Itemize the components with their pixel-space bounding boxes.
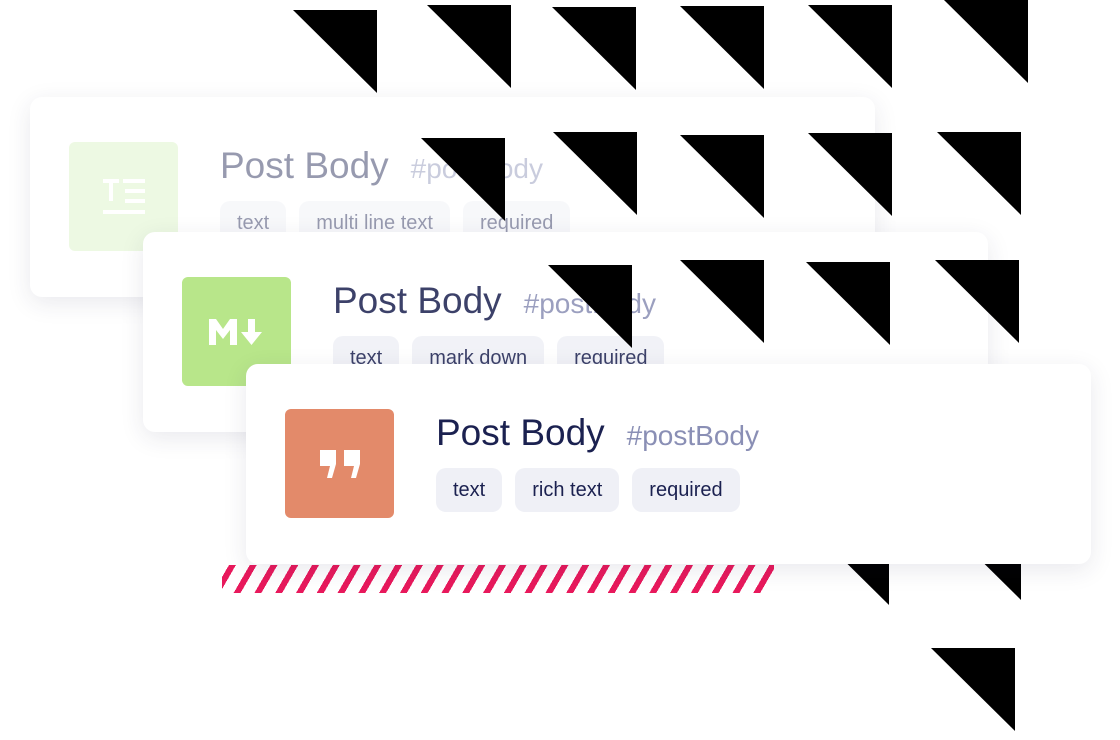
field-api-id: #postBody [626, 420, 759, 451]
decorative-triangle [293, 10, 377, 93]
field-title: Post Body#postBody [436, 412, 759, 453]
tag: required [632, 468, 740, 512]
tag: rich text [515, 468, 620, 512]
decorative-triangle [680, 6, 764, 89]
field-card-rich-text[interactable]: Post Body #postBody text rich text requir… [246, 364, 1091, 564]
decorative-triangle [931, 648, 1015, 731]
decorative-triangle [944, 0, 1028, 83]
decorative-stripes [222, 565, 774, 593]
decorative-triangle [808, 5, 892, 88]
tag: text [436, 468, 503, 512]
decorative-triangle [552, 7, 636, 90]
field-tags: text rich text required [436, 468, 740, 512]
decorative-triangle [937, 132, 1021, 215]
quote-icon [285, 409, 394, 518]
decorative-triangle [427, 5, 511, 88]
